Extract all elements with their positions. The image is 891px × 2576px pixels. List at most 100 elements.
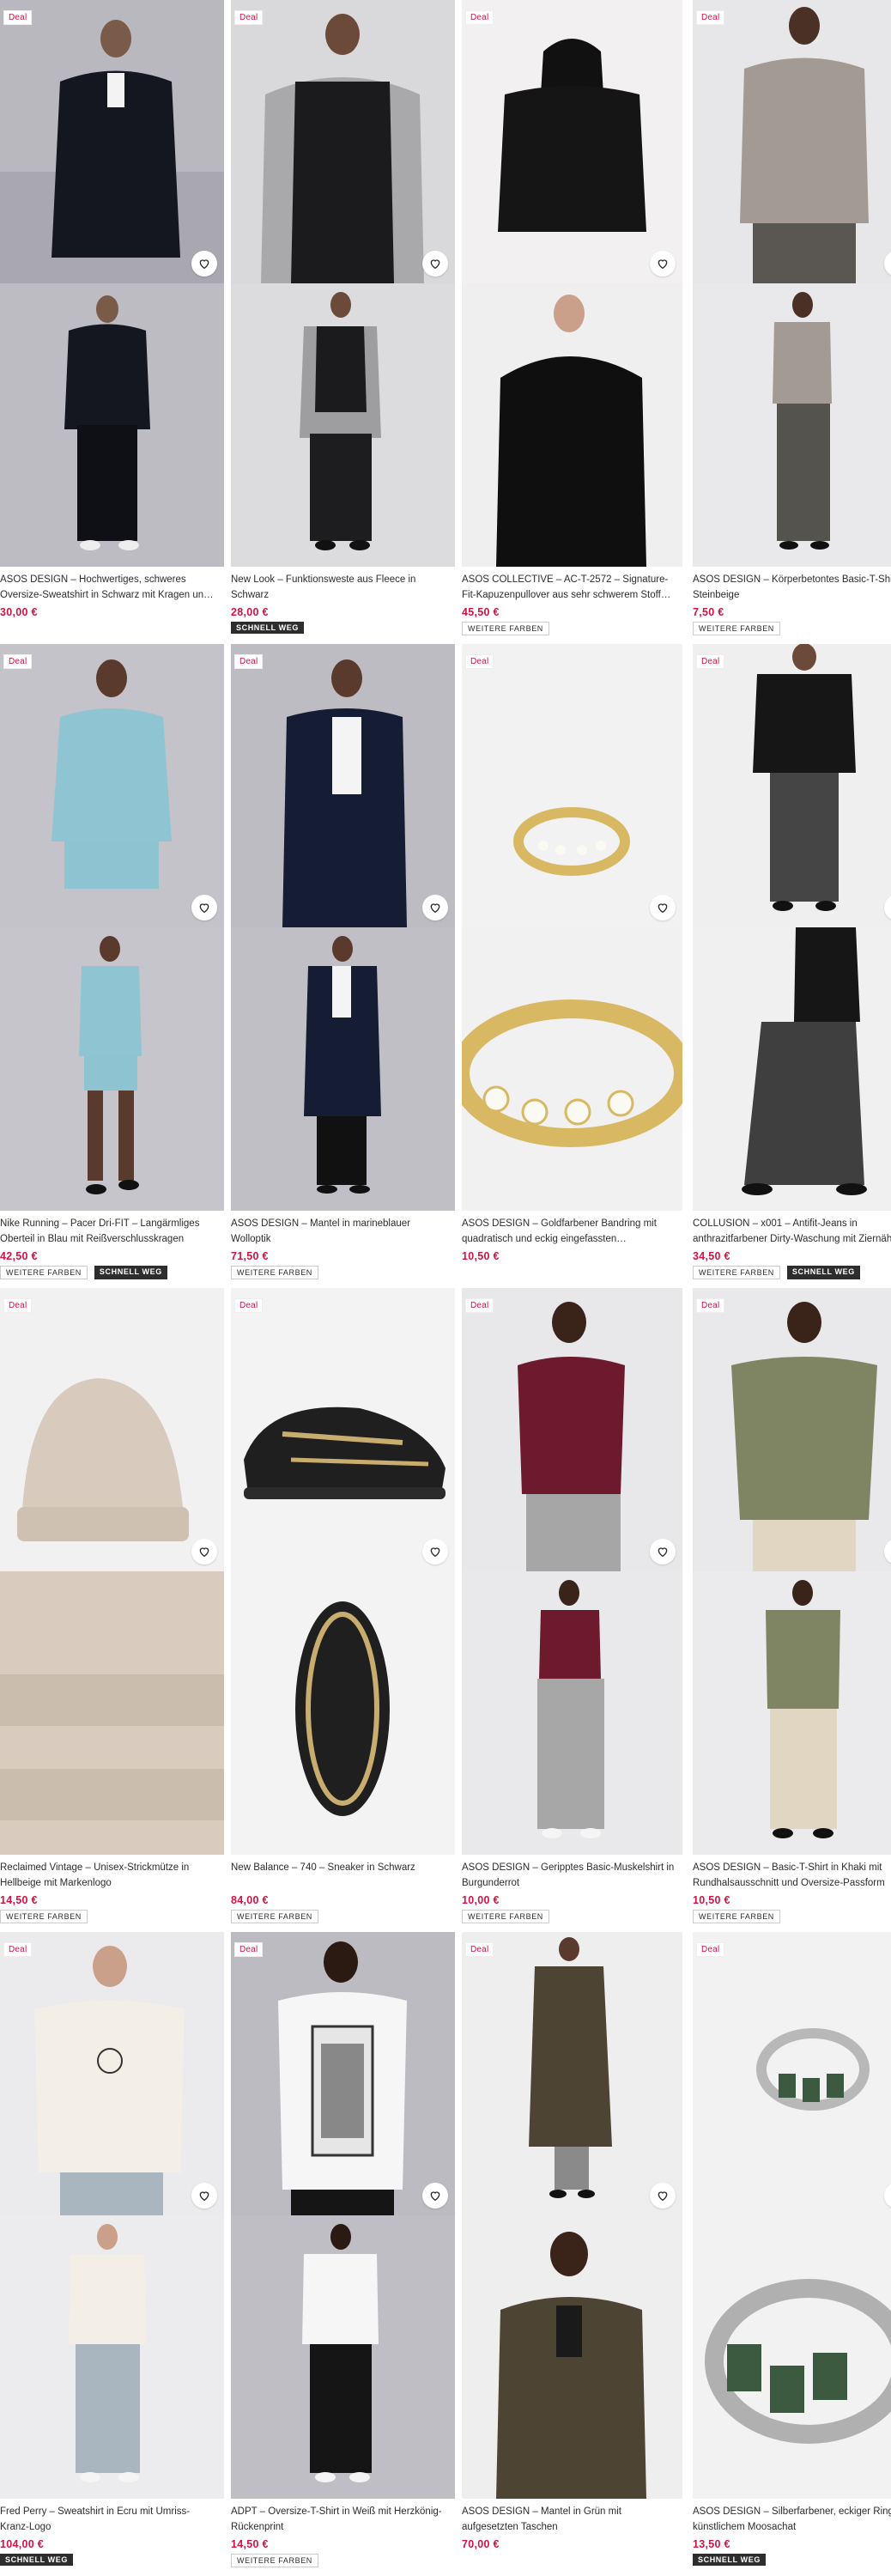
product-image-alt[interactable] <box>693 927 891 1211</box>
product-price: 42,50 € <box>0 1250 38 1262</box>
product-title[interactable]: Nike Running – Pacer Dri-FIT – Langärmli… <box>0 1216 217 1247</box>
product-image-alt[interactable] <box>0 1571 224 1855</box>
product-title[interactable]: ASOS DESIGN – Mantel in Grün mit aufgese… <box>462 2504 676 2535</box>
product-title[interactable]: COLLUSION – x001 – Antifit-Jeans in anth… <box>693 1216 891 1247</box>
fast-delivery-badge: SCHNELL WEG <box>0 2554 73 2566</box>
product-title[interactable]: ASOS DESIGN – Mantel in marineblauer Wol… <box>231 1216 448 1247</box>
product-image[interactable] <box>693 644 891 927</box>
product-price: 30,00 € <box>0 606 38 618</box>
product-image-alt[interactable] <box>462 2215 682 2499</box>
product-image[interactable] <box>231 644 455 927</box>
product-card[interactable]: Deal ADPT – Oversize-T-Shirt in Weiß mit… <box>231 1932 455 2574</box>
product-card[interactable]: Deal ASOS DESIGN – Hochwertiges, schwere… <box>0 0 224 642</box>
product-image-alt[interactable] <box>0 2215 224 2499</box>
product-image[interactable] <box>231 1932 455 2215</box>
deal-badge: Deal <box>465 654 494 669</box>
product-image-alt[interactable] <box>231 1571 455 1855</box>
save-heart-icon[interactable] <box>422 1539 448 1564</box>
product-title[interactable]: ASOS DESIGN – Basic-T-Shirt in Khaki mit… <box>693 1860 891 1891</box>
product-image-alt[interactable] <box>231 927 455 1211</box>
product-image-alt[interactable] <box>693 283 891 567</box>
fast-delivery-badge: SCHNELL WEG <box>94 1266 167 1279</box>
save-heart-icon[interactable] <box>191 1539 217 1564</box>
product-image-alt[interactable] <box>231 2215 455 2499</box>
product-image[interactable] <box>231 1288 455 1571</box>
more-colors-badge[interactable]: WEITERE FARBEN <box>693 1266 780 1279</box>
product-image[interactable] <box>693 1932 891 2215</box>
product-image[interactable] <box>462 0 682 283</box>
more-colors-badge[interactable]: WEITERE FARBEN <box>462 622 549 635</box>
product-card[interactable]: Deal Reclaimed Vintage – Unisex-Strickmü… <box>0 1288 224 1930</box>
product-image[interactable] <box>0 644 224 927</box>
product-title[interactable]: Reclaimed Vintage – Unisex-Strickmütze i… <box>0 1860 217 1891</box>
deal-badge: Deal <box>3 10 33 25</box>
save-heart-icon[interactable] <box>650 895 676 920</box>
product-image-alt[interactable] <box>462 1571 682 1855</box>
product-card[interactable]: Deal ASOS DESIGN – Mantel in marineblaue… <box>231 644 455 1286</box>
product-card[interactable]: Deal ASOS DESIGN – Goldfarbener Bandring… <box>462 644 682 1286</box>
save-heart-icon[interactable] <box>650 2183 676 2208</box>
more-colors-badge[interactable]: WEITERE FARBEN <box>693 622 780 635</box>
product-image[interactable] <box>462 1932 682 2215</box>
save-heart-icon[interactable] <box>650 251 676 276</box>
more-colors-badge[interactable]: WEITERE FARBEN <box>462 1910 549 1923</box>
more-colors-badge[interactable]: WEITERE FARBEN <box>231 2554 318 2567</box>
product-title[interactable]: New Look – Funktionsweste aus Fleece in … <box>231 572 448 603</box>
save-heart-icon[interactable] <box>650 1539 676 1564</box>
product-card[interactable]: Deal Fred Perry – Sweatshirt in Ecru mit… <box>0 1932 224 2574</box>
deal-badge: Deal <box>234 1298 264 1313</box>
more-colors-badge[interactable]: WEITERE FARBEN <box>231 1910 318 1923</box>
product-image[interactable] <box>693 0 891 283</box>
product-image[interactable] <box>0 1932 224 2215</box>
product-image[interactable] <box>0 0 224 283</box>
product-image-alt[interactable] <box>0 283 224 567</box>
deal-badge: Deal <box>234 1942 264 1957</box>
product-title[interactable]: Fred Perry – Sweatshirt in Ecru mit Umri… <box>0 2504 217 2535</box>
save-heart-icon[interactable] <box>422 251 448 276</box>
product-price: 28,00 € <box>231 606 269 618</box>
product-image-alt[interactable] <box>462 927 682 1211</box>
product-card[interactable]: Deal COLLUSION – x001 – Antifit-Jeans in… <box>693 644 891 1286</box>
save-heart-icon[interactable] <box>422 895 448 920</box>
product-card[interactable]: Deal ASOS COLLECTIVE – AC-T-2572 – Signa… <box>462 0 682 642</box>
product-card[interactable]: Deal ASOS DESIGN – Mantel in Grün mit au… <box>462 1932 682 2574</box>
product-price: 45,50 € <box>462 606 500 618</box>
product-title[interactable]: ASOS DESIGN – Körperbetontes Basic-T-Shi… <box>693 572 891 603</box>
product-card[interactable]: Deal New Look – Funktionsweste aus Fleec… <box>231 0 455 642</box>
more-colors-badge[interactable]: WEITERE FARBEN <box>231 1266 318 1279</box>
product-title[interactable]: ASOS DESIGN – Hochwertiges, schweres Ove… <box>0 572 217 603</box>
deal-badge: Deal <box>3 654 33 669</box>
product-title[interactable]: New Balance – 740 – Sneaker in Schwarz <box>231 1860 448 1891</box>
save-heart-icon[interactable] <box>191 251 217 276</box>
product-title[interactable]: ASOS DESIGN – Goldfarbener Bandring mit … <box>462 1216 676 1247</box>
product-title[interactable]: ASOS DESIGN – Geripptes Basic-Muskelshir… <box>462 1860 676 1891</box>
product-image-alt[interactable] <box>693 1571 891 1855</box>
product-title[interactable]: ASOS COLLECTIVE – AC-T-2572 – Signature-… <box>462 572 676 603</box>
product-title[interactable]: ASOS DESIGN – Silberfarbener, eckiger Ri… <box>693 2504 891 2535</box>
product-price: 71,50 € <box>231 1250 269 1262</box>
product-image-alt[interactable] <box>693 2215 891 2499</box>
save-heart-icon[interactable] <box>422 2183 448 2208</box>
product-card[interactable]: Deal ASOS DESIGN – Körperbetontes Basic-… <box>693 0 891 642</box>
product-card[interactable]: Deal Nike Running – Pacer Dri-FIT – Lang… <box>0 644 224 1286</box>
save-heart-icon[interactable] <box>191 2183 217 2208</box>
product-card[interactable]: Deal ASOS DESIGN – Geripptes Basic-Muske… <box>462 1288 682 1930</box>
product-image-alt[interactable] <box>0 927 224 1211</box>
product-image[interactable] <box>462 1288 682 1571</box>
product-title[interactable]: ADPT – Oversize-T-Shirt in Weiß mit Herz… <box>231 2504 448 2535</box>
more-colors-badge[interactable]: WEITERE FARBEN <box>0 1266 88 1279</box>
product-image[interactable] <box>693 1288 891 1571</box>
product-card[interactable]: Deal ASOS DESIGN – Silberfarbener, eckig… <box>693 1932 891 2574</box>
product-card[interactable]: Deal ASOS DESIGN – Basic-T-Shirt in Khak… <box>693 1288 891 1930</box>
product-image[interactable] <box>462 644 682 927</box>
more-colors-badge[interactable]: WEITERE FARBEN <box>693 1910 780 1923</box>
product-image[interactable] <box>0 1288 224 1571</box>
product-image[interactable] <box>231 0 455 283</box>
product-image-alt[interactable] <box>462 283 682 567</box>
fast-delivery-badge: SCHNELL WEG <box>231 622 304 634</box>
deal-badge: Deal <box>465 1942 494 1957</box>
product-card[interactable]: Deal New Balance – 740 – Sneaker in Schw… <box>231 1288 455 1930</box>
product-image-alt[interactable] <box>231 283 455 567</box>
save-heart-icon[interactable] <box>191 895 217 920</box>
more-colors-badge[interactable]: WEITERE FARBEN <box>0 1910 88 1923</box>
